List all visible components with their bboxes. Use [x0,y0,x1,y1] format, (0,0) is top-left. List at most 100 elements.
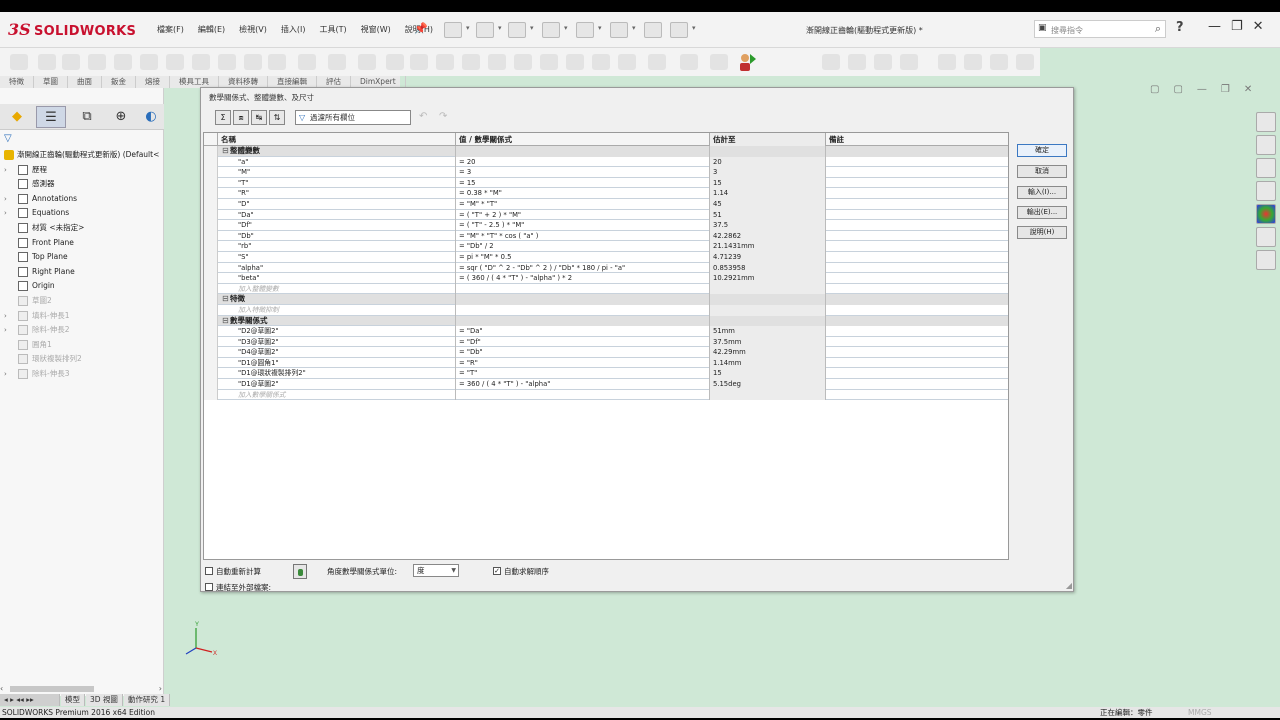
undo-icon[interactable] [576,22,594,38]
solidworks-logo[interactable]: 3S SOLIDWORKS [8,20,136,42]
comment-cell[interactable] [826,273,1008,284]
save-dropdown-icon[interactable]: ▾ [530,24,534,32]
row-selector[interactable] [204,230,218,242]
value-cell[interactable]: = sqr ( "D" ^ 2 - "Db" ^ 2 ) / "Db" * 18… [456,262,710,274]
view-lines-icon[interactable] [990,54,1008,70]
view-doc-icon[interactable] [1016,54,1034,70]
table-row[interactable]: "Df" = ( "T" - 2.5 ) * "M" 37.5 [204,220,1008,231]
freeform-icon[interactable] [592,54,610,70]
value-cell[interactable]: = "Db" [456,347,710,358]
tree-item[interactable]: 草圖2 [0,294,164,309]
table-row[interactable]: "D1@環狀複製排列2" = "T" 15 [204,368,1008,380]
name-cell[interactable]: "rb" [218,241,456,252]
hole-wizard-icon[interactable] [166,54,184,70]
extrude-boss-icon[interactable] [10,54,28,70]
display-manager-tab-icon[interactable]: ◐ [136,106,166,128]
loft-icon[interactable] [88,54,106,70]
dimension-view-icon[interactable]: ↹ [251,110,267,125]
comment-cell[interactable] [826,390,1008,401]
options-dropdown-icon[interactable]: ▾ [692,24,696,32]
table-row[interactable]: "D3@草圖2" = "Df" 37.5mm [204,336,1008,348]
import-button[interactable]: 輸入(I)... [1017,186,1067,199]
view-sheet-icon[interactable] [938,54,956,70]
tree-item[interactable]: › Equations [0,206,164,221]
row-selector[interactable] [204,336,218,348]
name-cell[interactable]: "R" [218,188,456,199]
search-mode-icon[interactable]: ▣ [1038,23,1047,33]
header-evaluates-to[interactable]: 估計至 [710,133,826,146]
table-row[interactable]: "D2@草圖2" = "Da" 51mm [204,326,1008,337]
table-row[interactable]: "a" = 20 20 [204,156,1008,168]
tab-nav-arrows[interactable]: ◂ ▸ ◂◂ ▸▸ [0,694,60,706]
tab-surfaces[interactable]: 曲面 [68,76,102,88]
comment-cell[interactable] [826,157,1008,168]
comment-cell[interactable] [826,284,1008,295]
comment-cell[interactable] [826,220,1008,231]
value-cell[interactable]: = ( 360 / ( 4 * "T" ) - "alpha" ) * 2 [456,273,710,284]
shell-icon[interactable] [410,54,428,70]
row-selector[interactable] [204,251,218,263]
comment-cell[interactable] [826,326,1008,337]
tree-root[interactable]: 漸開線正齒輪(驅動程式更新版) (Default< [0,148,164,163]
restore-button[interactable]: ❐ [1231,19,1243,34]
print-icon[interactable] [542,22,560,38]
appearances-icon[interactable] [1256,204,1276,224]
view-list-icon[interactable] [848,54,866,70]
tree-item[interactable]: › 除料-伸長2 [0,323,164,338]
tree-item[interactable]: › 填料-伸長1 [0,309,164,324]
row-selector[interactable] [204,315,218,327]
comment-cell[interactable] [826,241,1008,252]
add-row[interactable]: 加入特徵抑制 [204,304,1008,316]
ok-button[interactable]: 確定 [1017,144,1067,157]
row-selector[interactable] [204,146,218,157]
name-cell[interactable]: "T" [218,177,456,189]
value-cell[interactable]: = 0.38 * "M" [456,188,710,199]
scrollbar-thumb[interactable] [10,686,94,692]
auto-solve-checkbox[interactable]: ✓ [493,567,501,575]
table-row[interactable]: "Da" = ( "T" + 2 ) * "M" 51 [204,209,1008,221]
row-selector[interactable] [204,347,218,358]
add-row[interactable]: 加入數學關係式 [204,389,1008,401]
export-button[interactable]: 輸出(E)... [1017,206,1067,219]
value-cell[interactable]: = pi * "M" * 0.5 [456,251,710,263]
row-selector[interactable] [204,198,218,210]
row-selector[interactable] [204,389,218,401]
minimize-button[interactable]: — [1208,19,1221,34]
table-row[interactable]: "D" = "M" * "T" 45 [204,198,1008,210]
search-commands[interactable]: ▣ 搜尋指令 ⌕ [1034,20,1166,38]
comment-cell[interactable] [826,231,1008,242]
options-gear-icon[interactable] [670,22,688,38]
tab-model[interactable]: 模型 [61,694,85,706]
name-cell[interactable]: "D" [218,198,456,210]
comment-cell[interactable] [826,305,1008,316]
name-cell[interactable]: "D1@圓角1" [218,357,456,369]
swept-cut-icon[interactable] [218,54,236,70]
split-icon[interactable]: ▢ [1173,84,1182,95]
tab-sheet-metal[interactable]: 鈑金 [102,76,136,88]
menu-window[interactable]: 視窗(W) [354,24,398,35]
user-assistant-icon[interactable] [737,52,757,72]
value-cell[interactable]: = "T" [456,368,710,380]
mirror-icon[interactable] [488,54,506,70]
tree-item[interactable]: › Annotations [0,192,164,207]
instant3d-icon[interactable] [566,54,584,70]
reference-geometry-icon[interactable] [514,54,532,70]
wrap-icon[interactable] [436,54,454,70]
name-cell[interactable]: "Db" [218,230,456,242]
header-value[interactable]: 值 / 數學關係式 [456,133,710,146]
print-dropdown-icon[interactable]: ▾ [564,24,568,32]
open-icon[interactable] [476,22,494,38]
value-cell[interactable]: = "M" * "T" * cos ( "a" ) [456,230,710,242]
select-dropdown-icon[interactable]: ▾ [632,24,636,32]
lofted-cut-icon[interactable] [244,54,262,70]
header-name[interactable]: 名稱 [218,133,456,146]
search-icon[interactable]: ⌕ [1155,22,1161,36]
link-external-checkbox[interactable] [205,583,213,591]
value-cell[interactable]: = "Da" [456,326,710,337]
name-cell[interactable]: "alpha" [218,262,456,274]
file-explorer-icon[interactable] [1256,158,1276,178]
value-cell[interactable]: = "M" * "T" [456,198,710,210]
graphics-close-icon[interactable]: ✕ [1244,84,1252,95]
value-cell[interactable] [456,304,710,316]
sketch-equation-view-icon[interactable]: ⧈ [233,110,249,125]
